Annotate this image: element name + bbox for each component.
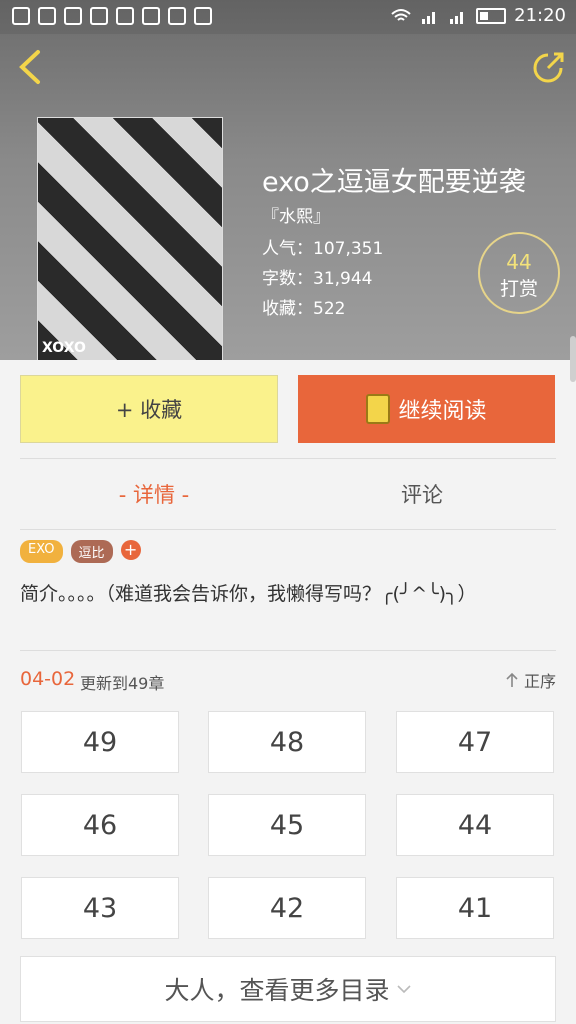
cover-text: XOXO	[42, 340, 86, 356]
detail-tabs: - 详情 - 评论	[20, 458, 556, 530]
book-detail-content: + 收藏 继续阅读 - 详情 - 评论 EXO 逗比 + 简介。。。。（难道我会…	[0, 360, 576, 1024]
tag-list: EXO 逗比 +	[20, 540, 141, 563]
share-icon[interactable]	[528, 48, 568, 88]
app-grid-icon	[90, 7, 108, 25]
book-intro: 简介。。。。（难道我会告诉你，我懒得写吗？╭(╯^╰)╮）	[20, 583, 477, 605]
favorites-stat: 收藏：522	[262, 294, 345, 319]
book-title: exo之逗逼女配要逆袭	[262, 167, 526, 198]
back-icon[interactable]	[12, 48, 46, 86]
book-header: 21:20 XOXO exo之逗逼女配要逆袭 『水熙』 人气：107,351 字…	[0, 0, 576, 360]
word-count-label: 字数：	[262, 269, 313, 289]
q-icon	[64, 7, 82, 25]
view-more-label: 大人，查看更多目录	[164, 976, 390, 1005]
chapter-button[interactable]: 49	[21, 711, 179, 773]
divider	[20, 650, 556, 651]
chapter-button[interactable]: 43	[21, 877, 179, 939]
book-icon	[366, 394, 391, 424]
warning-icon	[168, 7, 186, 25]
system-icons: 21:20	[390, 5, 566, 26]
status-time: 21:20	[514, 5, 566, 26]
tab-comments[interactable]: 评论	[288, 459, 556, 529]
chapter-button[interactable]: 48	[208, 711, 366, 773]
scrollbar[interactable]	[570, 336, 576, 382]
chapter-button[interactable]: 46	[21, 794, 179, 856]
tab-detail[interactable]: - 详情 -	[20, 459, 288, 529]
update-date: 04-02	[20, 668, 76, 690]
word-count-value: 31,944	[313, 269, 373, 289]
continue-reading-button[interactable]: 继续阅读	[298, 375, 555, 443]
popularity-stat: 人气：107,351	[262, 234, 383, 259]
chapter-button[interactable]: 42	[208, 877, 366, 939]
sort-order-toggle[interactable]: 正序	[504, 668, 556, 692]
chapter-button[interactable]: 47	[396, 711, 554, 773]
add-tag-button[interactable]: +	[120, 540, 141, 560]
tip-button[interactable]: 44 打赏	[478, 232, 560, 314]
popularity-value: 107,351	[313, 239, 384, 259]
tag-exo[interactable]: EXO	[20, 540, 63, 563]
arrow-up-icon	[506, 672, 518, 687]
continue-reading-label: 继续阅读	[398, 399, 487, 424]
notification-icons	[12, 7, 212, 25]
favorites-label: 收藏：	[262, 299, 313, 319]
tip-count: 44	[506, 250, 532, 274]
update-text: 更新到49章	[80, 674, 165, 693]
signal-icon	[422, 11, 436, 24]
view-more-chapters-button[interactable]: 大人，查看更多目录	[20, 956, 556, 1022]
word-count-stat: 字数：31,944	[262, 264, 372, 289]
favorites-value: 522	[313, 299, 346, 319]
signal-icon-2	[450, 11, 464, 24]
book-cover[interactable]: XOXO	[38, 118, 222, 360]
chapter-button[interactable]: 41	[396, 877, 554, 939]
tip-label: 打赏	[499, 278, 538, 300]
chevron-down-icon	[396, 985, 411, 994]
more-icon	[194, 7, 212, 25]
chapter-button[interactable]: 45	[208, 794, 366, 856]
tag-doubi[interactable]: 逗比	[70, 540, 113, 563]
wifi-icon	[391, 8, 411, 21]
taobao-icon	[142, 7, 160, 25]
trash-icon	[38, 7, 56, 25]
popularity-label: 人气：	[262, 239, 313, 259]
app-icon	[116, 7, 134, 25]
sort-order-label: 正序	[523, 672, 556, 691]
status-bar: 21:20	[0, 0, 576, 34]
battery-icon	[476, 7, 507, 24]
message-icon	[12, 7, 30, 25]
collect-button[interactable]: + 收藏	[20, 375, 278, 443]
chapter-button[interactable]: 44	[396, 794, 554, 856]
book-author[interactable]: 『水熙』	[262, 202, 330, 227]
